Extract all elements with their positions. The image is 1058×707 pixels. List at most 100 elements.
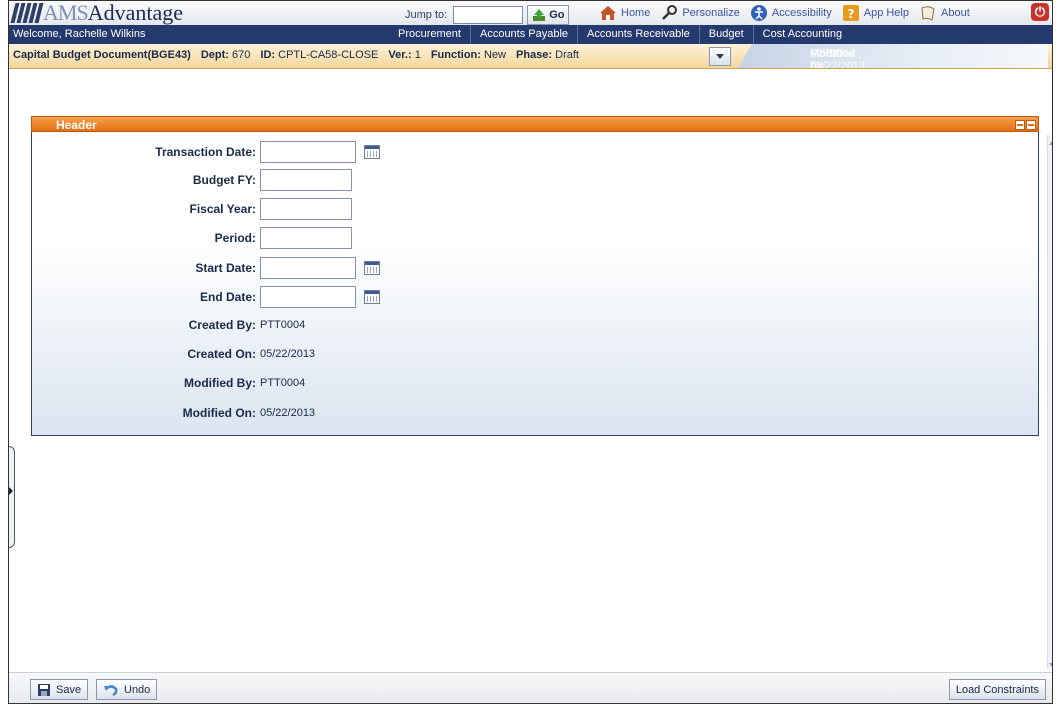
created-on-row: Created On: 05/22/2013: [32, 347, 315, 361]
left-panel-toggle[interactable]: [9, 446, 15, 548]
budget-fy-input[interactable]: [260, 169, 352, 191]
calendar-icon[interactable]: [364, 290, 380, 304]
module-menu: Procurement Accounts Payable Accounts Re…: [389, 25, 851, 44]
period-label: Period:: [214, 231, 256, 245]
about-link[interactable]: About: [919, 4, 970, 22]
load-constraints-label: Load Constraints: [955, 683, 1039, 696]
scroll-up-arrow-icon[interactable]: [1049, 141, 1052, 145]
header-panel-titlebar: Header: [31, 116, 1039, 132]
menu-item-accounts-receivable[interactable]: Accounts Receivable: [577, 25, 699, 44]
save-icon: [38, 683, 50, 696]
welcome-text: Welcome, Rachelle Wilkins: [13, 28, 146, 40]
undo-button[interactable]: Undo: [96, 679, 158, 700]
modified-on-row: Modified On: 05/22/2013: [32, 406, 315, 420]
app-window: AMS Advantage Jump to: Go Home Personali…: [8, 0, 1053, 704]
menu-item-budget[interactable]: Budget: [698, 25, 753, 44]
header-panel-title: Header: [56, 118, 97, 132]
personalize-link-label: Personalize: [682, 7, 740, 19]
function-value: New: [484, 49, 507, 61]
app-help-link[interactable]: ? App Help: [842, 4, 909, 22]
created-on-label: Created On:: [187, 347, 256, 361]
app-help-link-label: App Help: [863, 7, 909, 19]
jump-to-label: Jump to:: [405, 9, 448, 21]
fiscal-year-input[interactable]: [260, 198, 352, 220]
created-by-row: Created By: PTT0004: [32, 318, 306, 332]
transaction-date-row: Transaction Date:: [32, 141, 380, 163]
dept-info: Dept: 670: [201, 49, 251, 61]
undo-icon: [104, 684, 118, 696]
id-info: ID: CPTL-CA58-CLOSE: [260, 49, 378, 61]
top-links: Home Personalize Accessibility ? App Hel…: [599, 4, 970, 22]
phase-info: Phase: Draft: [516, 49, 579, 61]
modified-by-value: PTT0004: [260, 377, 306, 389]
calendar-icon[interactable]: [364, 145, 380, 159]
menu-item-accounts-payable[interactable]: Accounts Payable: [469, 25, 577, 44]
home-icon: [600, 6, 616, 20]
go-arrow-icon: [533, 9, 546, 21]
transaction-date-label: Transaction Date:: [155, 145, 256, 159]
logo-name: Advantage: [87, 0, 183, 25]
function-label: Function:: [430, 49, 481, 61]
end-date-label: End Date:: [199, 290, 256, 304]
document-bar: Capital Budget Document(BGE43) Dept: 670…: [9, 44, 1052, 69]
accessibility-link-label: Accessibility: [771, 7, 832, 19]
logo-prefix: AMS: [43, 0, 89, 25]
svg-text:?: ?: [847, 7, 854, 21]
save-button-label: Save: [56, 683, 82, 696]
scroll-down-arrow-icon[interactable]: [1049, 663, 1052, 667]
jump-to-input[interactable]: [453, 6, 524, 24]
document-title: Capital Budget Document(BGE43): [13, 49, 191, 61]
jump-to-group: Jump to: Go: [405, 5, 570, 25]
end-date-row: End Date:: [32, 286, 380, 308]
modified-by-label: Modified By:: [184, 376, 256, 390]
header-panel: Transaction Date: Budget FY: Fiscal Year…: [31, 116, 1039, 436]
vertical-scrollbar[interactable]: [1047, 135, 1052, 669]
id-value: CPTL-CA58-CLOSE: [278, 49, 379, 61]
modified-value: PTT0004 , 05/22/2013: [810, 48, 866, 72]
ver-label: Ver.:: [388, 49, 412, 61]
main-nav: Welcome, Rachelle Wilkins Procurement Ac…: [9, 25, 1052, 44]
home-link[interactable]: Home: [599, 4, 650, 22]
calendar-icon[interactable]: [364, 261, 380, 275]
top-bar: AMS Advantage Jump to: Go Home Personali…: [9, 1, 1052, 26]
menu-item-cost-accounting[interactable]: Cost Accounting: [752, 25, 852, 44]
modified-on-label: Modified On:: [182, 406, 256, 420]
logout-power-icon[interactable]: ⏻: [1031, 3, 1049, 21]
period-input[interactable]: [260, 227, 352, 249]
go-button[interactable]: Go: [527, 5, 570, 25]
menu-item-procurement[interactable]: Procurement: [389, 25, 470, 44]
accessibility-icon: [750, 5, 767, 21]
budget-fy-row: Budget FY:: [32, 169, 352, 191]
start-date-label: Start Date:: [195, 261, 256, 275]
logo-columns-icon: [10, 3, 44, 23]
modified-info: Modified by PTT0004 , 05/22/2013: [738, 44, 1048, 68]
footer-toolbar: Save Undo Load Constraints: [9, 672, 1052, 703]
start-date-input[interactable]: [260, 257, 356, 279]
about-icon: [921, 6, 935, 21]
load-constraints-button[interactable]: Load Constraints: [948, 679, 1046, 700]
budget-fy-label: Budget FY:: [192, 173, 256, 187]
help-icon: ?: [842, 5, 859, 21]
modified-by-row: Modified By: PTT0004: [32, 376, 305, 390]
go-button-label: Go: [549, 9, 565, 21]
document-actions-dropdown[interactable]: [709, 47, 731, 66]
phase-value: Draft: [555, 49, 579, 61]
version-info: Ver.: 1: [388, 49, 420, 61]
created-by-value: PTT0004: [260, 319, 306, 331]
created-on-value: 05/22/2013: [260, 348, 316, 360]
wrench-icon: [662, 5, 678, 20]
accessibility-link[interactable]: Accessibility: [750, 4, 832, 22]
save-button[interactable]: Save: [30, 679, 89, 700]
period-row: Period:: [32, 227, 352, 249]
home-link-label: Home: [621, 7, 651, 19]
collapse-icon[interactable]: [1026, 120, 1036, 130]
ver-value: 1: [414, 49, 421, 61]
dept-value: 670: [232, 49, 251, 61]
start-date-row: Start Date:: [32, 257, 380, 279]
minimize-icon[interactable]: [1015, 120, 1025, 130]
end-date-input[interactable]: [260, 286, 356, 308]
personalize-link[interactable]: Personalize: [660, 4, 740, 22]
ams-advantage-logo: AMS Advantage: [10, 0, 183, 25]
transaction-date-input[interactable]: [260, 141, 356, 163]
undo-button-label: Undo: [124, 683, 151, 696]
